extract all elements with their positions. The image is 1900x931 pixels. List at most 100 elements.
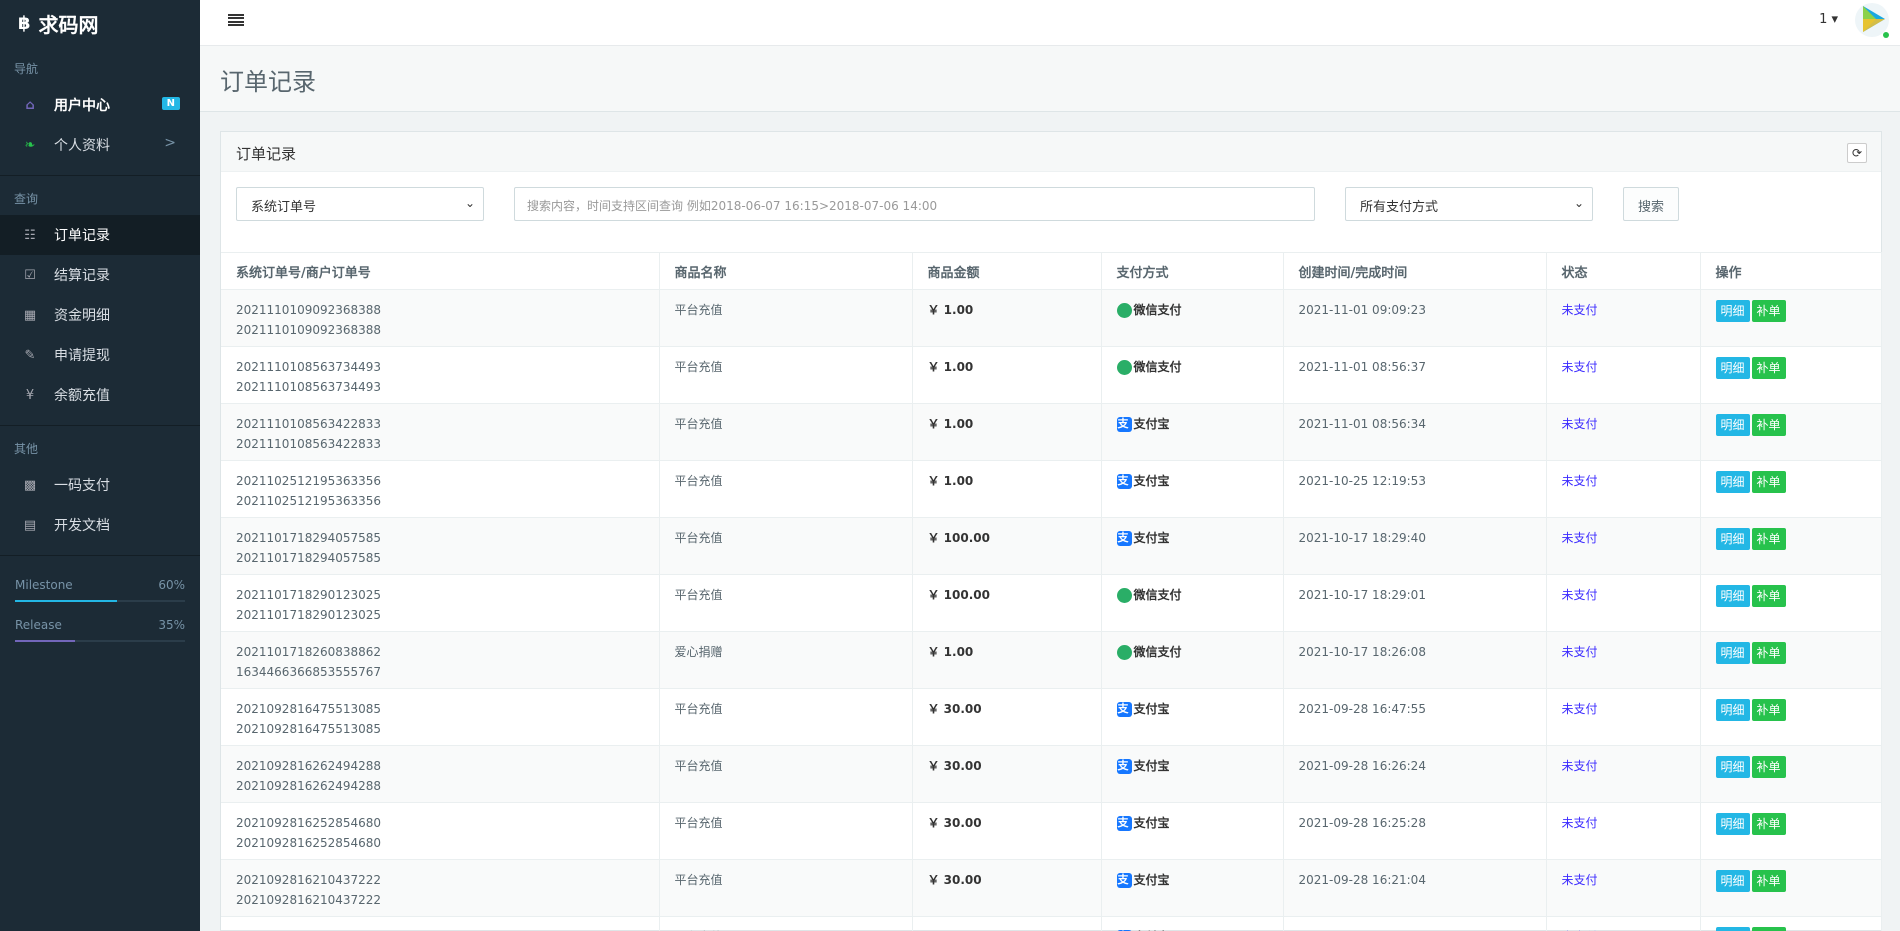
pay-method-cell: 支付宝 — [1101, 688, 1284, 746]
table-header-row: 系统订单号/商户订单号 商品名称 商品金额 支付方式 创建时间/完成时间 状态 操作 — [221, 252, 1882, 290]
detail-button[interactable]: 明细 — [1715, 357, 1750, 379]
user-dropdown[interactable]: 1 ▾ — [1819, 12, 1838, 27]
detail-button[interactable]: 明细 — [1715, 585, 1750, 607]
detail-button[interactable]: 明细 — [1715, 300, 1750, 322]
sidebar-item[interactable]: ✎ 申请提现 — [0, 335, 200, 375]
detail-button[interactable]: 明细 — [1715, 813, 1750, 835]
order-number-cell — [221, 916, 660, 931]
alipay-icon — [1116, 870, 1132, 890]
sidebar-item-label: 用户中心 — [54, 98, 110, 114]
list-icon: ☷ — [24, 227, 36, 243]
detail-button[interactable]: 明细 — [1715, 471, 1750, 493]
resupply-button[interactable]: 补单 — [1751, 414, 1786, 436]
progress-label: Milestone — [15, 578, 73, 592]
created-time: 2021-09-28 16:26:24 — [1283, 745, 1547, 803]
resupply-button[interactable]: 补单 — [1751, 585, 1786, 607]
detail-button[interactable]: 明细 — [1715, 927, 1750, 931]
sidebar-item[interactable]: ▩ 一码支付 — [0, 465, 200, 505]
amount: ￥ 1.00 — [927, 303, 974, 317]
detail-button[interactable]: 明细 — [1715, 870, 1750, 892]
pay-method-cell: 微信支付 — [1101, 631, 1284, 689]
detail-button[interactable]: 明细 — [1715, 642, 1750, 664]
sidebar-item[interactable]: ❧ 个人资料 > — [0, 125, 200, 165]
new-badge: N — [161, 97, 180, 110]
sidebar-item[interactable]: ▦ 资金明细 — [0, 295, 200, 335]
status-cell: 未支付 — [1546, 916, 1701, 931]
row-actions: 明细补单 — [1715, 756, 1881, 778]
actions-cell: 明细补单 — [1700, 802, 1882, 860]
refresh-icon[interactable]: ⟳ — [1847, 143, 1867, 163]
product-name: 平台充值 — [659, 859, 913, 917]
amount-cell: ￥ 30.00 — [912, 859, 1102, 917]
detail-button[interactable]: 明细 — [1715, 699, 1750, 721]
pay-method-label: 支付宝 — [1133, 759, 1170, 773]
chevron-right-icon: > — [164, 135, 176, 151]
pay-method: 支付宝 — [1116, 813, 1170, 833]
resupply-button[interactable]: 补单 — [1751, 927, 1786, 931]
system-order-number: 2021102512195363356 — [236, 474, 382, 488]
amount: ￥ 30.00 — [927, 759, 982, 773]
sidebar-item[interactable]: ▤ 开发文档 — [0, 505, 200, 545]
sidebar-item-label: 订单记录 — [54, 228, 110, 244]
resupply-button[interactable]: 补单 — [1751, 699, 1786, 721]
column-header: 商品金额 — [912, 252, 1102, 290]
sidebar-item-label: 个人资料 — [54, 138, 110, 154]
product-name: 平台充值 — [659, 289, 913, 347]
resupply-button[interactable]: 补单 — [1751, 300, 1786, 322]
product-name: 平台充值 — [659, 460, 913, 518]
detail-button[interactable]: 明细 — [1715, 414, 1750, 436]
product-name: 平台充值 — [659, 688, 913, 746]
system-order-number: 2021101718294057585 — [236, 531, 382, 545]
search-button[interactable]: 搜索 — [1623, 187, 1680, 221]
wechat-pay-icon — [1116, 359, 1132, 375]
sidebar-item[interactable]: ⌂ 用户中心 N — [0, 85, 200, 125]
orders-panel: 订单记录 ⟳ 系统订单号 ⌄ 搜索内容，时间支持区间查询 例如2018-06-0… — [220, 131, 1882, 931]
progress-row: Release 35% — [15, 618, 185, 632]
amount-cell: ￥ 1.00 — [912, 346, 1102, 404]
sidebar-item[interactable]: ¥ 余额充值 — [0, 375, 200, 415]
system-order-number: 2021092816210437222 — [236, 873, 382, 887]
pay-method: 支付宝 — [1116, 927, 1170, 931]
merchant-order-number: 2021092816210437222 — [236, 893, 382, 907]
row-actions: 明细补单 — [1715, 528, 1881, 550]
brand-name: 求码网 — [38, 12, 99, 37]
detail-button[interactable]: 明细 — [1715, 528, 1750, 550]
merchant-order-number: 2021092816475513085 — [236, 722, 382, 736]
menu-toggle-icon[interactable] — [228, 12, 244, 28]
sidebar-item[interactable]: ☑ 结算记录 — [0, 255, 200, 295]
resupply-button[interactable]: 补单 — [1751, 528, 1786, 550]
actions-cell: 明细补单 — [1700, 745, 1882, 803]
amount: ￥ 30.00 — [927, 702, 982, 716]
amount: ￥ 100.00 — [927, 588, 991, 602]
book-icon: ▤ — [23, 517, 37, 533]
product-name: 平台充值 — [659, 517, 913, 575]
brand[interactable]: ฿ 求码网 — [0, 0, 200, 46]
progress-value: 35% — [158, 618, 185, 632]
sidebar-item[interactable]: ☷ 订单记录 — [0, 215, 200, 255]
alipay-icon — [1116, 756, 1132, 776]
pay-method: 支付宝 — [1116, 471, 1170, 491]
resupply-button[interactable]: 补单 — [1751, 471, 1786, 493]
pay-method-label: 微信支付 — [1133, 303, 1182, 317]
table-row: 平台充值￥ 1.00 支付宝 未支付明细补单 — [221, 916, 1882, 931]
sidebar: ฿ 求码网 导航 ⌂ 用户中心 N ❧ 个人资料 > 查询 ☷ 订单记录 ☑ 结算记录 ▦ 资金明细 ✎ 申请… — [0, 0, 200, 931]
table-row: 2021092816252854680 2021092816252854680 平台… — [221, 802, 1882, 860]
resupply-button[interactable]: 补单 — [1751, 756, 1786, 778]
resupply-button[interactable]: 补单 — [1751, 870, 1786, 892]
resupply-button[interactable]: 补单 — [1751, 813, 1786, 835]
resupply-button[interactable]: 补单 — [1751, 642, 1786, 664]
merchant-order-number: 1634466366853555767 — [236, 665, 382, 679]
detail-button[interactable]: 明细 — [1715, 756, 1750, 778]
avatar[interactable] — [1854, 2, 1890, 40]
order-number-cell: 2021110109092368388 2021110109092368388 — [221, 289, 660, 347]
pay-method-select[interactable]: 所有支付方式 ⌄ — [1345, 187, 1593, 221]
search-input[interactable]: 搜索内容，时间支持区间查询 例如2018-06-07 16:15>2018-07… — [514, 187, 1315, 221]
progress-block: Release 35% — [0, 618, 200, 642]
order-type-select[interactable]: 系统订单号 ⌄ — [236, 187, 484, 221]
progress-row: Milestone 60% — [15, 578, 185, 592]
resupply-button[interactable]: 补单 — [1751, 357, 1786, 379]
qrcode-icon: ▩ — [23, 477, 37, 493]
created-time: 2021-10-17 18:26:08 — [1283, 631, 1547, 689]
merchant-order-number: 2021102512195363356 — [236, 494, 382, 508]
sidebar-item-label: 结算记录 — [54, 268, 110, 284]
